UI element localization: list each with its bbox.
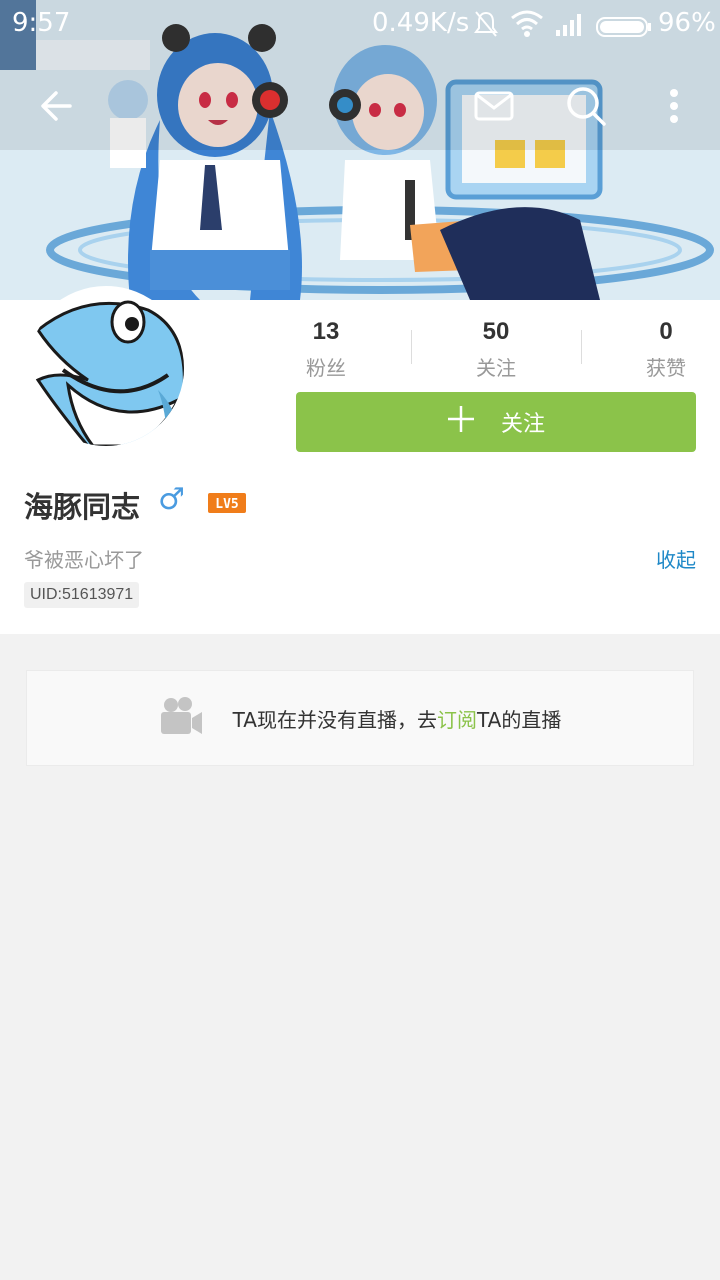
envelope-icon bbox=[474, 91, 514, 121]
live-status-message: TA现在并没有直播，去订阅TA的直播 bbox=[233, 704, 562, 733]
stat-divider bbox=[581, 330, 582, 364]
mute-icon bbox=[474, 10, 498, 45]
uid-badge: UID:51613971 bbox=[24, 582, 140, 608]
fans-count: 13 bbox=[312, 318, 340, 345]
more-options-button[interactable] bbox=[646, 78, 702, 134]
collapse-link[interactable]: 收起 bbox=[656, 544, 696, 573]
battery-icon bbox=[596, 14, 652, 44]
more-vertical-icon bbox=[670, 89, 678, 123]
stat-fans[interactable]: 13 粉丝 bbox=[266, 318, 386, 381]
profile-section: 13 粉丝 50 关注 0 获赞 关注 海豚同志 ♂ LV5 爷被恶心坏了 收起… bbox=[0, 286, 720, 634]
stat-following[interactable]: 50 关注 bbox=[436, 318, 556, 381]
battery-percentage: 96% bbox=[658, 8, 716, 38]
live-text-after: TA的直播 bbox=[477, 707, 562, 732]
back-arrow-icon bbox=[41, 91, 72, 121]
following-count: 50 bbox=[482, 318, 510, 345]
avatar[interactable] bbox=[24, 286, 188, 450]
fans-label: 粉丝 bbox=[306, 356, 346, 380]
stat-divider bbox=[411, 330, 412, 364]
user-bio: 爷被恶心坏了 bbox=[24, 548, 144, 572]
live-text-before: TA现在并没有直播，去 bbox=[232, 707, 437, 732]
level-text: LV5 bbox=[215, 497, 238, 512]
likes-label: 获赞 bbox=[646, 356, 686, 380]
level-badge: LV5 bbox=[208, 493, 246, 517]
plus-icon bbox=[447, 404, 475, 440]
subscribe-link[interactable]: 订阅 bbox=[437, 708, 477, 732]
username: 海豚同志 bbox=[24, 490, 141, 524]
video-camera-icon bbox=[159, 696, 203, 740]
wifi-icon bbox=[510, 10, 544, 45]
status-bar: 9:57 0.49K/s 96% bbox=[0, 0, 720, 50]
search-button[interactable] bbox=[558, 78, 614, 134]
male-gender-icon: ♂ bbox=[158, 482, 185, 517]
profile-banner: 9:57 0.49K/s 96% bbox=[0, 0, 720, 300]
network-speed: 0.49K/s bbox=[372, 8, 470, 38]
following-label: 关注 bbox=[476, 356, 516, 380]
follow-button-label: 关注 bbox=[500, 412, 545, 437]
message-button[interactable] bbox=[466, 78, 522, 134]
status-time: 9:57 bbox=[12, 8, 71, 38]
likes-count: 0 bbox=[659, 318, 673, 345]
dolphin-avatar-icon bbox=[28, 290, 184, 446]
stat-likes[interactable]: 0 获赞 bbox=[606, 318, 720, 381]
signal-icon bbox=[554, 10, 586, 45]
search-icon bbox=[567, 87, 606, 126]
follow-button[interactable]: 关注 bbox=[296, 392, 696, 452]
back-button[interactable] bbox=[28, 78, 84, 134]
live-status-card: TA现在并没有直播，去订阅TA的直播 bbox=[26, 670, 694, 766]
